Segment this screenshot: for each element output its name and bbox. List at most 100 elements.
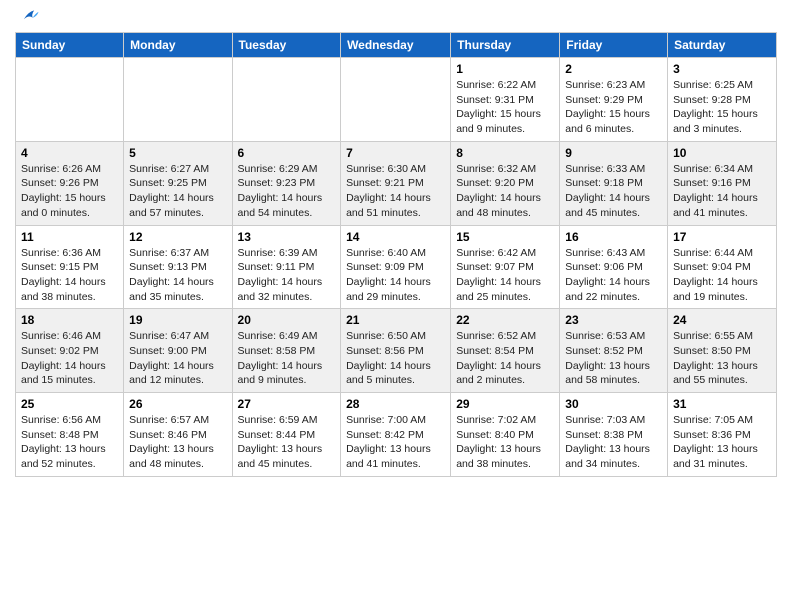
day-info: Sunrise: 7:05 AM Sunset: 8:36 PM Dayligh… [673, 413, 771, 472]
day-number: 3 [673, 62, 771, 76]
calendar-day-cell: 22 Sunrise: 6:52 AM Sunset: 8:54 PM Dayli… [451, 309, 560, 393]
day-number: 24 [673, 313, 771, 327]
calendar-table: SundayMondayTuesdayWednesdayThursdayFrid… [15, 32, 777, 477]
calendar-day-cell: 26Sunrise: 6:57 AM Sunset: 8:46 PM Dayli… [124, 393, 232, 477]
weekday-header-wednesday: Wednesday [341, 33, 451, 58]
day-info: Sunrise: 6:46 AM Sunset: 9:02 PM Dayligh… [21, 329, 118, 388]
calendar-day-cell: 18 Sunrise: 6:46 AM Sunset: 9:02 PM Dayli… [16, 309, 124, 393]
day-number: 22 [456, 313, 554, 327]
weekday-header-sunday: Sunday [16, 33, 124, 58]
day-number: 31 [673, 397, 771, 411]
calendar-day-cell: 23Sunrise: 6:53 AM Sunset: 8:52 PM Dayli… [560, 309, 668, 393]
day-number: 19 [129, 313, 226, 327]
calendar-day-cell [16, 58, 124, 142]
calendar-day-cell: 14 Sunrise: 6:40 AM Sunset: 9:09 PM Dayli… [341, 225, 451, 309]
day-info: Sunrise: 6:26 AM Sunset: 9:26 PM Dayligh… [21, 162, 118, 221]
day-number: 4 [21, 146, 118, 160]
calendar-day-cell: 1 Sunrise: 6:22 AM Sunset: 9:31 PM Daylig… [451, 58, 560, 142]
logo-bird-icon [18, 6, 40, 28]
day-info: Sunrise: 6:27 AM Sunset: 9:25 PM Dayligh… [129, 162, 226, 221]
day-number: 6 [238, 146, 336, 160]
calendar-day-cell: 21 Sunrise: 6:50 AM Sunset: 8:56 PM Dayli… [341, 309, 451, 393]
day-info: Sunrise: 6:55 AM Sunset: 8:50 PM Dayligh… [673, 329, 771, 388]
day-info: Sunrise: 6:56 AM Sunset: 8:48 PM Dayligh… [21, 413, 118, 472]
calendar-week-row: 11Sunrise: 6:36 AM Sunset: 9:15 PM Dayli… [16, 225, 777, 309]
weekday-header-tuesday: Tuesday [232, 33, 341, 58]
day-info: Sunrise: 6:33 AM Sunset: 9:18 PM Dayligh… [565, 162, 662, 221]
day-info: Sunrise: 6:47 AM Sunset: 9:00 PM Dayligh… [129, 329, 226, 388]
calendar-day-cell: 19 Sunrise: 6:47 AM Sunset: 9:00 PM Dayli… [124, 309, 232, 393]
day-info: Sunrise: 6:52 AM Sunset: 8:54 PM Dayligh… [456, 329, 554, 388]
day-number: 16 [565, 230, 662, 244]
day-info: Sunrise: 6:43 AM Sunset: 9:06 PM Dayligh… [565, 246, 662, 305]
day-number: 27 [238, 397, 336, 411]
day-info: Sunrise: 6:59 AM Sunset: 8:44 PM Dayligh… [238, 413, 336, 472]
day-number: 12 [129, 230, 226, 244]
day-number: 15 [456, 230, 554, 244]
calendar-day-cell: 3Sunrise: 6:25 AM Sunset: 9:28 PM Daylig… [668, 58, 777, 142]
calendar-week-row: 25 Sunrise: 6:56 AM Sunset: 8:48 PM Dayli… [16, 393, 777, 477]
day-info: Sunrise: 6:49 AM Sunset: 8:58 PM Dayligh… [238, 329, 336, 388]
day-number: 21 [346, 313, 445, 327]
calendar-day-cell: 2Sunrise: 6:23 AM Sunset: 9:29 PM Daylig… [560, 58, 668, 142]
day-number: 13 [238, 230, 336, 244]
day-number: 7 [346, 146, 445, 160]
day-info: Sunrise: 6:22 AM Sunset: 9:31 PM Dayligh… [456, 78, 554, 137]
calendar-week-row: 18 Sunrise: 6:46 AM Sunset: 9:02 PM Dayli… [16, 309, 777, 393]
day-number: 2 [565, 62, 662, 76]
calendar-week-row: 4 Sunrise: 6:26 AM Sunset: 9:26 PM Daylig… [16, 141, 777, 225]
calendar-day-cell: 12 Sunrise: 6:37 AM Sunset: 9:13 PM Dayli… [124, 225, 232, 309]
calendar-day-cell: 8 Sunrise: 6:32 AM Sunset: 9:20 PM Daylig… [451, 141, 560, 225]
day-number: 1 [456, 62, 554, 76]
calendar-day-cell: 20 Sunrise: 6:49 AM Sunset: 8:58 PM Dayli… [232, 309, 341, 393]
day-info: Sunrise: 6:50 AM Sunset: 8:56 PM Dayligh… [346, 329, 445, 388]
calendar-day-cell: 6Sunrise: 6:29 AM Sunset: 9:23 PM Daylig… [232, 141, 341, 225]
calendar-day-cell: 29Sunrise: 7:02 AM Sunset: 8:40 PM Dayli… [451, 393, 560, 477]
calendar-day-cell: 31 Sunrise: 7:05 AM Sunset: 8:36 PM Dayli… [668, 393, 777, 477]
day-number: 17 [673, 230, 771, 244]
day-info: Sunrise: 6:37 AM Sunset: 9:13 PM Dayligh… [129, 246, 226, 305]
day-info: Sunrise: 7:03 AM Sunset: 8:38 PM Dayligh… [565, 413, 662, 472]
day-number: 25 [21, 397, 118, 411]
day-number: 26 [129, 397, 226, 411]
calendar-day-cell: 30Sunrise: 7:03 AM Sunset: 8:38 PM Dayli… [560, 393, 668, 477]
day-number: 23 [565, 313, 662, 327]
day-info: Sunrise: 6:36 AM Sunset: 9:15 PM Dayligh… [21, 246, 118, 305]
calendar-day-cell: 28 Sunrise: 7:00 AM Sunset: 8:42 PM Dayli… [341, 393, 451, 477]
calendar-day-cell [124, 58, 232, 142]
calendar-day-cell: 4 Sunrise: 6:26 AM Sunset: 9:26 PM Daylig… [16, 141, 124, 225]
day-info: Sunrise: 6:44 AM Sunset: 9:04 PM Dayligh… [673, 246, 771, 305]
day-info: Sunrise: 7:02 AM Sunset: 8:40 PM Dayligh… [456, 413, 554, 472]
calendar-week-row: 1 Sunrise: 6:22 AM Sunset: 9:31 PM Daylig… [16, 58, 777, 142]
day-info: Sunrise: 7:00 AM Sunset: 8:42 PM Dayligh… [346, 413, 445, 472]
calendar-day-cell: 9 Sunrise: 6:33 AM Sunset: 9:18 PM Daylig… [560, 141, 668, 225]
day-number: 18 [21, 313, 118, 327]
weekday-header-friday: Friday [560, 33, 668, 58]
day-number: 20 [238, 313, 336, 327]
day-number: 10 [673, 146, 771, 160]
day-info: Sunrise: 6:34 AM Sunset: 9:16 PM Dayligh… [673, 162, 771, 221]
day-number: 28 [346, 397, 445, 411]
day-number: 8 [456, 146, 554, 160]
calendar-day-cell: 5Sunrise: 6:27 AM Sunset: 9:25 PM Daylig… [124, 141, 232, 225]
calendar-day-cell [232, 58, 341, 142]
day-info: Sunrise: 6:40 AM Sunset: 9:09 PM Dayligh… [346, 246, 445, 305]
day-info: Sunrise: 6:30 AM Sunset: 9:21 PM Dayligh… [346, 162, 445, 221]
calendar-day-cell: 24 Sunrise: 6:55 AM Sunset: 8:50 PM Dayli… [668, 309, 777, 393]
calendar-day-cell [341, 58, 451, 142]
calendar-day-cell: 17 Sunrise: 6:44 AM Sunset: 9:04 PM Dayli… [668, 225, 777, 309]
logo [15, 10, 40, 24]
calendar-day-cell: 25 Sunrise: 6:56 AM Sunset: 8:48 PM Dayli… [16, 393, 124, 477]
day-info: Sunrise: 6:32 AM Sunset: 9:20 PM Dayligh… [456, 162, 554, 221]
calendar-day-cell: 16 Sunrise: 6:43 AM Sunset: 9:06 PM Dayli… [560, 225, 668, 309]
day-info: Sunrise: 6:42 AM Sunset: 9:07 PM Dayligh… [456, 246, 554, 305]
calendar-day-cell: 7 Sunrise: 6:30 AM Sunset: 9:21 PM Daylig… [341, 141, 451, 225]
calendar-day-cell: 11Sunrise: 6:36 AM Sunset: 9:15 PM Dayli… [16, 225, 124, 309]
day-number: 14 [346, 230, 445, 244]
weekday-header-saturday: Saturday [668, 33, 777, 58]
calendar-day-cell: 13 Sunrise: 6:39 AM Sunset: 9:11 PM Dayli… [232, 225, 341, 309]
weekday-header-thursday: Thursday [451, 33, 560, 58]
weekday-header-row: SundayMondayTuesdayWednesdayThursdayFrid… [16, 33, 777, 58]
day-info: Sunrise: 6:39 AM Sunset: 9:11 PM Dayligh… [238, 246, 336, 305]
day-number: 9 [565, 146, 662, 160]
